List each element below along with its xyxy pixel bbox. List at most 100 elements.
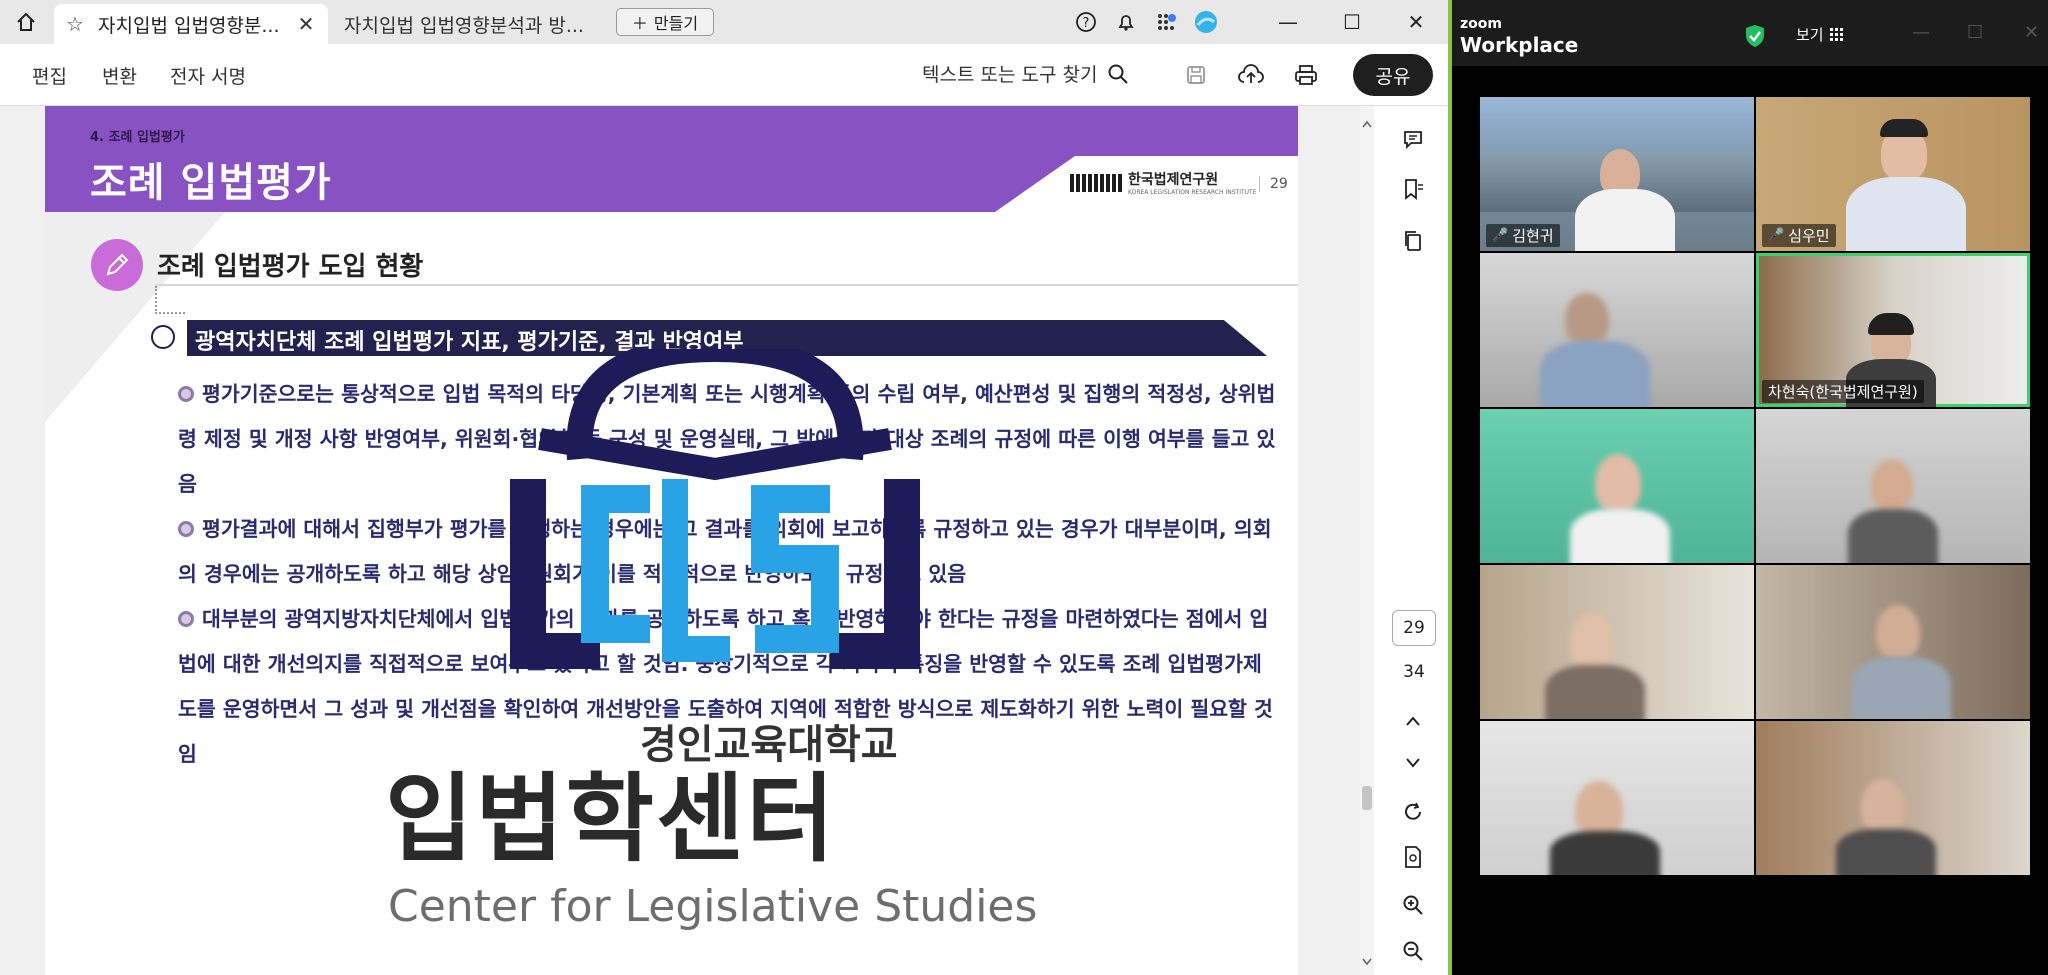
bullet-icon bbox=[178, 521, 194, 537]
window-controls: — ☐ ✕ bbox=[1256, 0, 1448, 44]
close-tab-icon[interactable]: ✕ bbox=[296, 12, 316, 36]
upload-cloud-icon[interactable] bbox=[1232, 58, 1270, 92]
participant-name: 김현귀 bbox=[1512, 227, 1554, 245]
participant-body bbox=[1848, 509, 1938, 563]
page-settings-icon[interactable] bbox=[1398, 842, 1428, 872]
mic-muted-icon: 🎤 bbox=[1492, 228, 1509, 243]
participant-name-tag: 🎤 심우민 bbox=[1762, 224, 1836, 247]
tab-inactive[interactable]: 자치입법 입법영향분석과 방... bbox=[332, 4, 612, 44]
chevron-down-icon[interactable] bbox=[1398, 748, 1428, 778]
find-tools-search[interactable]: 텍스트 또는 도구 찾기 bbox=[922, 60, 1129, 87]
zoom-logo: zoom bbox=[1460, 16, 1502, 32]
menu-e-sign[interactable]: 전자 서명 bbox=[170, 62, 246, 89]
participant-face bbox=[1595, 454, 1641, 512]
participant-body bbox=[1545, 665, 1645, 719]
rotate-icon[interactable] bbox=[1398, 797, 1428, 827]
participant-tile-6[interactable] bbox=[1756, 409, 2030, 563]
banner-circle-icon bbox=[151, 325, 175, 349]
maximize-icon[interactable]: ☐ bbox=[1320, 0, 1384, 44]
participant-name: 차현숙(한국법제연구원) bbox=[1768, 383, 1918, 401]
copy-pages-icon[interactable] bbox=[1398, 226, 1428, 256]
scrollbar-thumb[interactable] bbox=[1362, 786, 1372, 810]
participant-face bbox=[1876, 605, 1920, 659]
section-heading: 조례 입법평가 도입 현황 bbox=[157, 252, 424, 282]
scroll-down-icon[interactable] bbox=[1362, 958, 1372, 966]
participant-tile-10[interactable] bbox=[1756, 721, 2030, 875]
comment-icon[interactable] bbox=[1398, 124, 1428, 154]
new-tab-button[interactable]: ＋ 만들기 bbox=[616, 8, 714, 36]
pdf-toolbar: 편집 변환 전자 서명 텍스트 또는 도구 찾기 공유 bbox=[0, 44, 1448, 106]
participant-tile-3[interactable] bbox=[1480, 253, 1754, 407]
participant-face bbox=[1871, 459, 1913, 511]
participant-name-tag: 차현숙(한국법제연구원) bbox=[1762, 380, 1924, 403]
zoom-window: zoom Workplace 보기 — ☐ ✕ 🎤 김현귀 🎤 심우민 차현숙(… bbox=[1452, 0, 2048, 975]
profile-avatar-icon[interactable] bbox=[1186, 6, 1226, 38]
slide-title: 조례 입법평가 bbox=[90, 160, 332, 206]
participant-tile-8[interactable] bbox=[1756, 565, 2030, 719]
zoom-out-icon[interactable] bbox=[1398, 936, 1428, 966]
current-page-input[interactable]: 29 bbox=[1392, 610, 1436, 646]
participant-tile-2[interactable]: 🎤 심우민 bbox=[1756, 97, 2030, 251]
participant-tile-4-active-speaker[interactable]: 차현숙(한국법제연구원) bbox=[1756, 253, 2030, 407]
participant-body bbox=[1851, 657, 1951, 719]
document-canvas[interactable]: 4. 조례 입법평가 조례 입법평가 한국법제연구원 KOREA LEGISLA… bbox=[0, 106, 1360, 975]
apps-icon[interactable] bbox=[1146, 6, 1186, 38]
participant-body bbox=[1550, 831, 1660, 875]
participant-face bbox=[1861, 779, 1905, 833]
participant-gallery: 🎤 김현귀 🎤 심우민 차현숙(한국법제연구원) bbox=[1480, 97, 2030, 875]
participant-body bbox=[1836, 829, 1936, 875]
zoom-titlebar: zoom Workplace 보기 — ☐ ✕ bbox=[1452, 0, 2048, 66]
plus-icon: ＋ bbox=[631, 14, 648, 33]
participant-body bbox=[1540, 341, 1650, 407]
zoom-close-icon[interactable]: ✕ bbox=[2024, 22, 2039, 43]
kli-name: 한국법제연구원 bbox=[1128, 172, 1219, 188]
star-icon[interactable]: ☆ bbox=[66, 12, 88, 36]
menu-edit[interactable]: 편집 bbox=[32, 62, 67, 89]
chevron-up-icon[interactable] bbox=[1398, 706, 1428, 736]
tab-label: 자치입법 입법영향분석과 방... bbox=[344, 14, 584, 37]
zoom-maximize-icon[interactable]: ☐ bbox=[1967, 22, 1983, 43]
tab-active[interactable]: ☆ 자치입법 입법영향분... ✕ bbox=[54, 4, 328, 44]
participant-tile-9[interactable] bbox=[1480, 721, 1754, 875]
kli-logo-mark bbox=[1070, 173, 1122, 192]
home-icon[interactable] bbox=[10, 8, 42, 36]
bookmark-icon[interactable] bbox=[1398, 174, 1428, 204]
scroll-up-icon[interactable] bbox=[1362, 120, 1372, 128]
vertical-scrollbar[interactable] bbox=[1360, 106, 1374, 975]
close-window-icon[interactable]: ✕ bbox=[1384, 0, 1448, 44]
zoom-product-name: Workplace bbox=[1460, 33, 1579, 57]
help-icon[interactable]: ? bbox=[1066, 6, 1106, 38]
zoom-minimize-icon[interactable]: — bbox=[1912, 22, 1930, 43]
participant-hair bbox=[1868, 313, 1914, 335]
kli-logo: 한국법제연구원 KOREA LEGISLATION RESEARCH INSTI… bbox=[1070, 169, 1257, 196]
watermark-english: Center for Legislative Studies bbox=[388, 881, 1038, 932]
pencil-icon bbox=[91, 239, 143, 291]
participant-tile-7[interactable] bbox=[1480, 565, 1754, 719]
participant-name: 심우민 bbox=[1788, 227, 1830, 245]
participant-tile-5[interactable] bbox=[1480, 409, 1754, 563]
bell-icon[interactable] bbox=[1106, 6, 1146, 38]
participant-body bbox=[1575, 189, 1675, 251]
menu-convert[interactable]: 변환 bbox=[102, 62, 137, 89]
participant-name-tag: 🎤 김현귀 bbox=[1486, 224, 1560, 247]
cls-watermark-logo bbox=[510, 349, 920, 669]
pdf-browser-window: ☆ 자치입법 입법영향분... ✕ 자치입법 입법영향분석과 방... ＋ 만들… bbox=[0, 0, 1448, 975]
new-tab-label: 만들기 bbox=[653, 14, 699, 33]
slide-breadcrumb: 4. 조례 입법평가 bbox=[90, 130, 185, 145]
participant-hair bbox=[1880, 119, 1928, 137]
shield-check-icon[interactable] bbox=[1744, 24, 1766, 48]
view-button[interactable]: 보기 bbox=[1796, 24, 1844, 45]
participant-tile-1[interactable]: 🎤 김현귀 bbox=[1480, 97, 1754, 251]
print-icon[interactable] bbox=[1287, 58, 1325, 92]
tab-label: 자치입법 입법영향분... bbox=[98, 14, 280, 37]
total-pages: 34 bbox=[1403, 662, 1425, 682]
participant-body bbox=[1570, 509, 1670, 563]
kli-subtitle: KOREA LEGISLATION RESEARCH INSTITUTE bbox=[1128, 189, 1257, 196]
mic-muted-icon: 🎤 bbox=[1768, 228, 1785, 243]
participant-face bbox=[1570, 613, 1614, 669]
minimize-icon[interactable]: — bbox=[1256, 0, 1320, 44]
save-icon[interactable] bbox=[1177, 58, 1215, 92]
tabstrip-icons: ? bbox=[1066, 6, 1226, 38]
zoom-in-icon[interactable] bbox=[1398, 890, 1428, 920]
share-button[interactable]: 공유 bbox=[1353, 54, 1433, 96]
